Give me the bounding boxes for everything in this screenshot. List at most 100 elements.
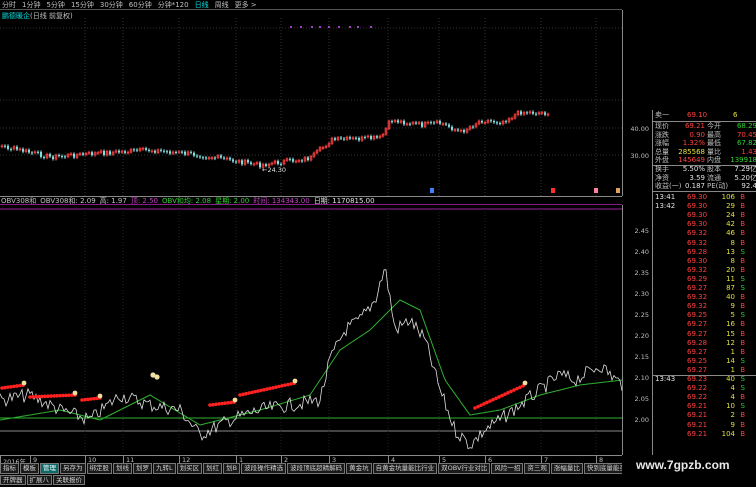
indicator-tab[interactable]: 资三观 [524,463,550,474]
tick-row: 69.21 2 B [655,411,756,420]
tick-price: 69.30 [687,193,708,201]
period-6[interactable]: 分钟*120 [158,0,189,10]
candle [58,155,60,157]
indicator-tab[interactable]: 涨幅量比 [550,463,583,474]
tick-row: 69.27 1 B [655,348,756,357]
indicator-tab[interactable]: 波段操作精选 [241,463,287,474]
indicator-tab[interactable]: 九转L [153,463,176,474]
tick-row: 13:42 69.30 29 B [655,202,756,211]
price-axis: 40.00 30.00 [622,10,652,196]
indicator-tab[interactable]: 管理 [40,463,59,474]
indicator-tab[interactable]: 划罗 [133,463,152,474]
indicator-tab[interactable]: 划线 [113,463,132,474]
tick-row: 69.21 10 S [655,402,756,411]
period-1[interactable]: 1分钟 [22,0,40,10]
extra-tab[interactable]: 开牌器 [0,475,26,485]
period-5[interactable]: 60分钟 [129,0,152,10]
tick-row: 69.27 16 B [655,320,756,329]
indicator-tab[interactable]: 波段顶底超精解码 [287,463,346,474]
indicator-tab[interactable]: 绑定股 [86,463,112,474]
tick-time: 13:42 [655,202,676,211]
indicator-tab[interactable]: 划B [223,463,241,474]
period-9[interactable]: 更多 > [235,0,257,10]
quote-label: 收益(一) [655,182,682,191]
indicator-tab[interactable]: 快到底量能买卖红 [583,463,622,474]
signal-mark [290,26,292,28]
tick-row: 69.25 5 S [655,311,756,320]
period-2[interactable]: 5分钟 [46,0,64,10]
candle [205,157,207,159]
indicator-value: OBV308和 [1,197,37,205]
tick-side: S [740,356,745,365]
tick-side: B [740,338,745,347]
tick-price: 69.28 [687,338,708,347]
candle [370,136,372,140]
candle [190,151,192,153]
indicator-tab[interactable]: 黄金坑 [346,463,372,474]
tick-side: B [740,211,745,220]
tick-volume: 15 [726,329,735,338]
tick-row: 69.21 9 B [655,421,756,430]
tick-side: B [740,429,745,438]
indicator-tab[interactable]: 模板 [20,463,39,474]
signal-mark [357,26,359,28]
tick-price: 69.32 [687,302,708,311]
indicator-tab[interactable]: 风险一招 [491,463,524,474]
candle [193,152,195,156]
extra-tab[interactable]: 关联报价 [53,475,85,485]
period-7[interactable]: 日线 [195,0,209,10]
tick-volume: 8 [730,238,735,247]
candle [451,126,453,130]
indicator-tab[interactable]: 划红 [203,463,223,474]
candle [166,151,168,153]
sell1-label: 卖一 [655,111,669,119]
tick-row: 69.27 1 B [653,365,756,376]
indicator-tab[interactable]: 自黄金坑量能比行业 [372,463,438,474]
signal-mark [311,26,313,28]
period-3[interactable]: 15分钟 [71,0,94,10]
candle [175,151,177,153]
tick-volume: 13 [726,247,735,256]
candle [415,122,417,124]
tick-side: B [740,329,745,338]
indicator-tab[interactable]: 双OBV行业对比 [438,463,491,474]
tick-price: 69.32 [687,265,708,274]
candle [343,138,345,140]
tick-side: S [740,402,745,411]
indicator-tab[interactable]: 另存为 [60,463,86,474]
candle [505,121,507,123]
indicator-tick: 2.00 [634,416,649,424]
candle [409,123,411,125]
quote-value: 92.4 [741,182,756,191]
obv-line [0,269,622,450]
tick-price: 69.22 [687,384,708,393]
tick-volume: 1 [730,365,735,374]
indicator-tick: 2.10 [634,374,649,382]
tick-price: 69.27 [687,329,708,338]
tick-price: 69.27 [687,284,708,292]
candle [235,161,237,163]
tick-volume: 12 [726,338,735,347]
candle [73,153,75,158]
tick-price: 69.28 [687,247,708,256]
period-0[interactable]: 分时 [2,0,16,10]
tick-price: 69.30 [687,256,708,265]
price-tick: 30.00 [630,152,649,160]
extra-tab[interactable]: 扩展八 [26,475,52,485]
candle [448,124,450,127]
tick-row: 69.32 40 B [655,293,756,302]
tick-time: 13:43 [655,375,676,383]
candle [16,146,18,150]
candle [220,155,222,158]
indicator-tab[interactable]: 划买区 [176,463,203,474]
period-4[interactable]: 30分钟 [100,0,123,10]
indicator-chart[interactable] [0,205,622,455]
tick-row: 69.22 4 B [655,393,756,402]
indicator-tab[interactable]: 指标 [0,463,19,474]
candle [403,120,405,125]
price-chart[interactable] [0,10,622,196]
sell1-row: 卖一 69.10 6 [655,111,756,120]
candle [163,150,165,152]
candle [493,120,495,123]
period-8[interactable]: 周线 [215,0,229,10]
